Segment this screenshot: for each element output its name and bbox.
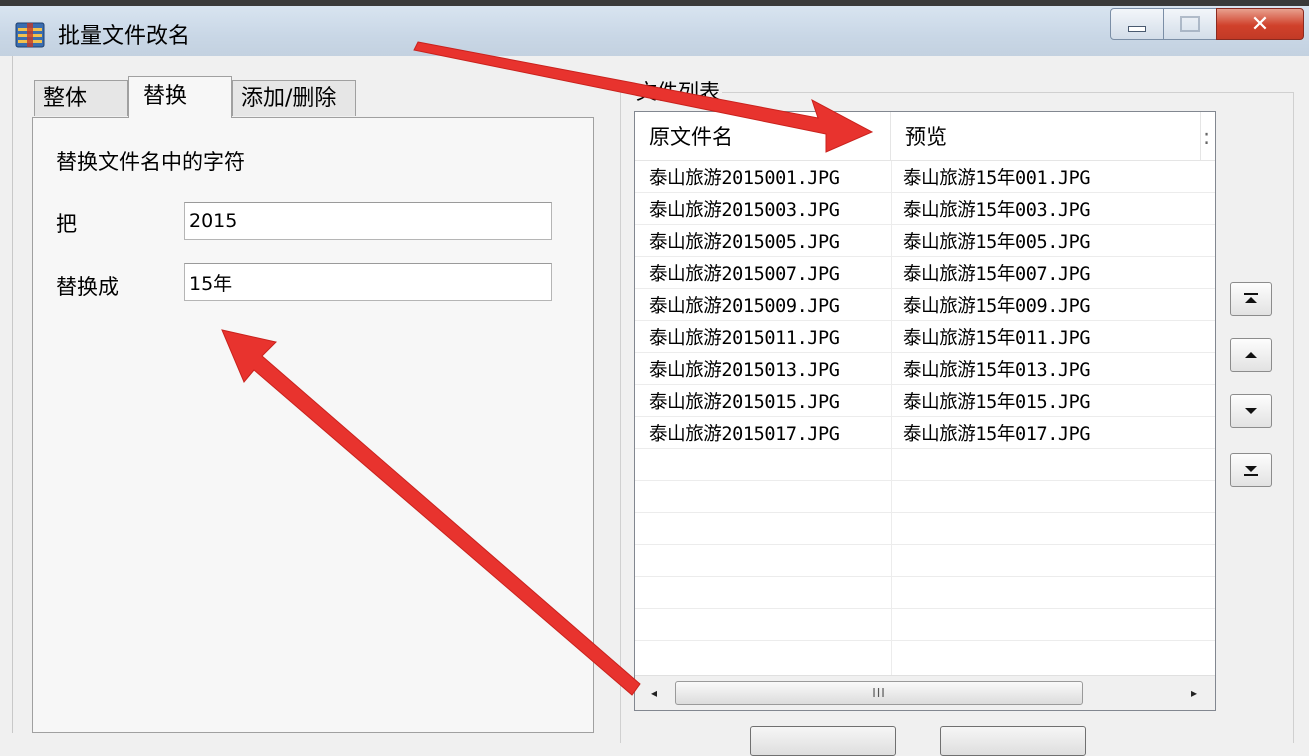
scroll-right-icon[interactable]: ▸ — [1185, 684, 1203, 702]
list-item[interactable]: 泰山旅游2015015.JPG 泰山旅游15年015.JPG — [635, 385, 1215, 417]
original-filename: 泰山旅游2015003.JPG — [649, 200, 840, 221]
original-filename: 泰山旅游2015017.JPG — [649, 424, 840, 445]
original-filename: 泰山旅游2015005.JPG — [649, 232, 840, 253]
original-filename: 泰山旅游2015001.JPG — [649, 168, 840, 189]
minimize-button[interactable] — [1110, 8, 1164, 40]
move-top-icon — [1244, 293, 1258, 303]
scrollbar-thumb[interactable]: III — [675, 681, 1083, 705]
column-header-extra[interactable]: : — [1201, 112, 1215, 160]
file-list-group-label: 文件列表 — [634, 76, 722, 106]
list-item-empty — [635, 449, 1215, 481]
preview-filename: 泰山旅游15年011.JPG — [903, 328, 1091, 349]
original-filename: 泰山旅游2015007.JPG — [649, 264, 840, 285]
close-button[interactable]: ✕ — [1216, 8, 1304, 40]
find-label: 把 — [56, 212, 77, 236]
list-item[interactable]: 泰山旅游2015009.JPG 泰山旅游15年009.JPG — [635, 289, 1215, 321]
preview-filename: 泰山旅游15年007.JPG — [903, 264, 1091, 285]
list-item[interactable]: 泰山旅游2015013.JPG 泰山旅游15年013.JPG — [635, 353, 1215, 385]
list-item[interactable]: 泰山旅游2015017.JPG 泰山旅游15年017.JPG — [635, 417, 1215, 449]
preview-filename: 泰山旅游15年001.JPG — [903, 168, 1091, 189]
move-top-button[interactable] — [1230, 282, 1272, 316]
find-input[interactable] — [184, 202, 552, 240]
preview-filename: 泰山旅游15年017.JPG — [903, 424, 1091, 445]
list-item[interactable]: 泰山旅游2015001.JPG 泰山旅游15年001.JPG — [635, 161, 1215, 193]
list-item-empty — [635, 577, 1215, 609]
tab-replace[interactable]: 替换 — [128, 76, 232, 118]
move-up-icon — [1245, 352, 1257, 358]
maximize-button[interactable] — [1163, 8, 1217, 40]
preview-filename: 泰山旅游15年013.JPG — [903, 360, 1091, 381]
move-down-button[interactable] — [1230, 394, 1272, 428]
column-header-original[interactable]: 原文件名 — [635, 112, 891, 160]
bottom-button-1[interactable] — [750, 726, 896, 756]
preview-filename: 泰山旅游15年005.JPG — [903, 232, 1091, 253]
close-icon: ✕ — [1250, 11, 1270, 37]
maximize-icon — [1180, 16, 1200, 32]
replace-input[interactable] — [184, 263, 552, 301]
tab-overall[interactable]: 整体 — [34, 80, 128, 116]
move-down-icon — [1245, 408, 1257, 414]
column-header-preview[interactable]: 预览 — [891, 112, 1201, 160]
list-item-empty — [635, 545, 1215, 577]
list-item[interactable]: 泰山旅游2015007.JPG 泰山旅游15年007.JPG — [635, 257, 1215, 289]
preview-filename: 泰山旅游15年009.JPG — [903, 296, 1091, 317]
list-body: 泰山旅游2015001.JPG 泰山旅游15年001.JPG 泰山旅游2015003… — [635, 161, 1215, 675]
move-up-button[interactable] — [1230, 338, 1272, 372]
window-title: 批量文件改名 — [58, 24, 191, 49]
minimize-icon — [1128, 26, 1146, 32]
preview-filename: 泰山旅游15年015.JPG — [903, 392, 1091, 413]
panel-heading: 替换文件名中的字符 — [56, 150, 245, 174]
bottom-button-2[interactable] — [940, 726, 1086, 756]
original-filename: 泰山旅游2015011.JPG — [649, 328, 840, 349]
original-filename: 泰山旅游2015009.JPG — [649, 296, 840, 317]
horizontal-scrollbar[interactable]: ◂ III ▸ — [635, 675, 1215, 710]
replace-label: 替换成 — [56, 275, 119, 299]
list-item[interactable]: 泰山旅游2015011.JPG 泰山旅游15年011.JPG — [635, 321, 1215, 353]
move-bottom-button[interactable] — [1230, 453, 1272, 487]
list-item[interactable]: 泰山旅游2015005.JPG 泰山旅游15年005.JPG — [635, 225, 1215, 257]
file-list-view[interactable]: 原文件名 预览 : 泰山旅游2015001.JPG 泰山旅游15年001.JPG 泰… — [634, 111, 1216, 711]
original-filename: 泰山旅游2015013.JPG — [649, 360, 840, 381]
list-item-empty — [635, 513, 1215, 545]
scroll-left-icon[interactable]: ◂ — [645, 684, 663, 702]
app-icon — [15, 22, 45, 48]
column-separator — [891, 161, 892, 675]
list-item-empty — [635, 481, 1215, 513]
tab-add-delete[interactable]: 添加/删除 — [232, 80, 356, 116]
preview-filename: 泰山旅游15年003.JPG — [903, 200, 1091, 221]
list-item-empty — [635, 609, 1215, 641]
move-bottom-icon — [1244, 466, 1258, 476]
list-item[interactable]: 泰山旅游2015003.JPG 泰山旅游15年003.JPG — [635, 193, 1215, 225]
list-header: 原文件名 预览 : — [635, 112, 1215, 161]
original-filename: 泰山旅游2015015.JPG — [649, 392, 840, 413]
